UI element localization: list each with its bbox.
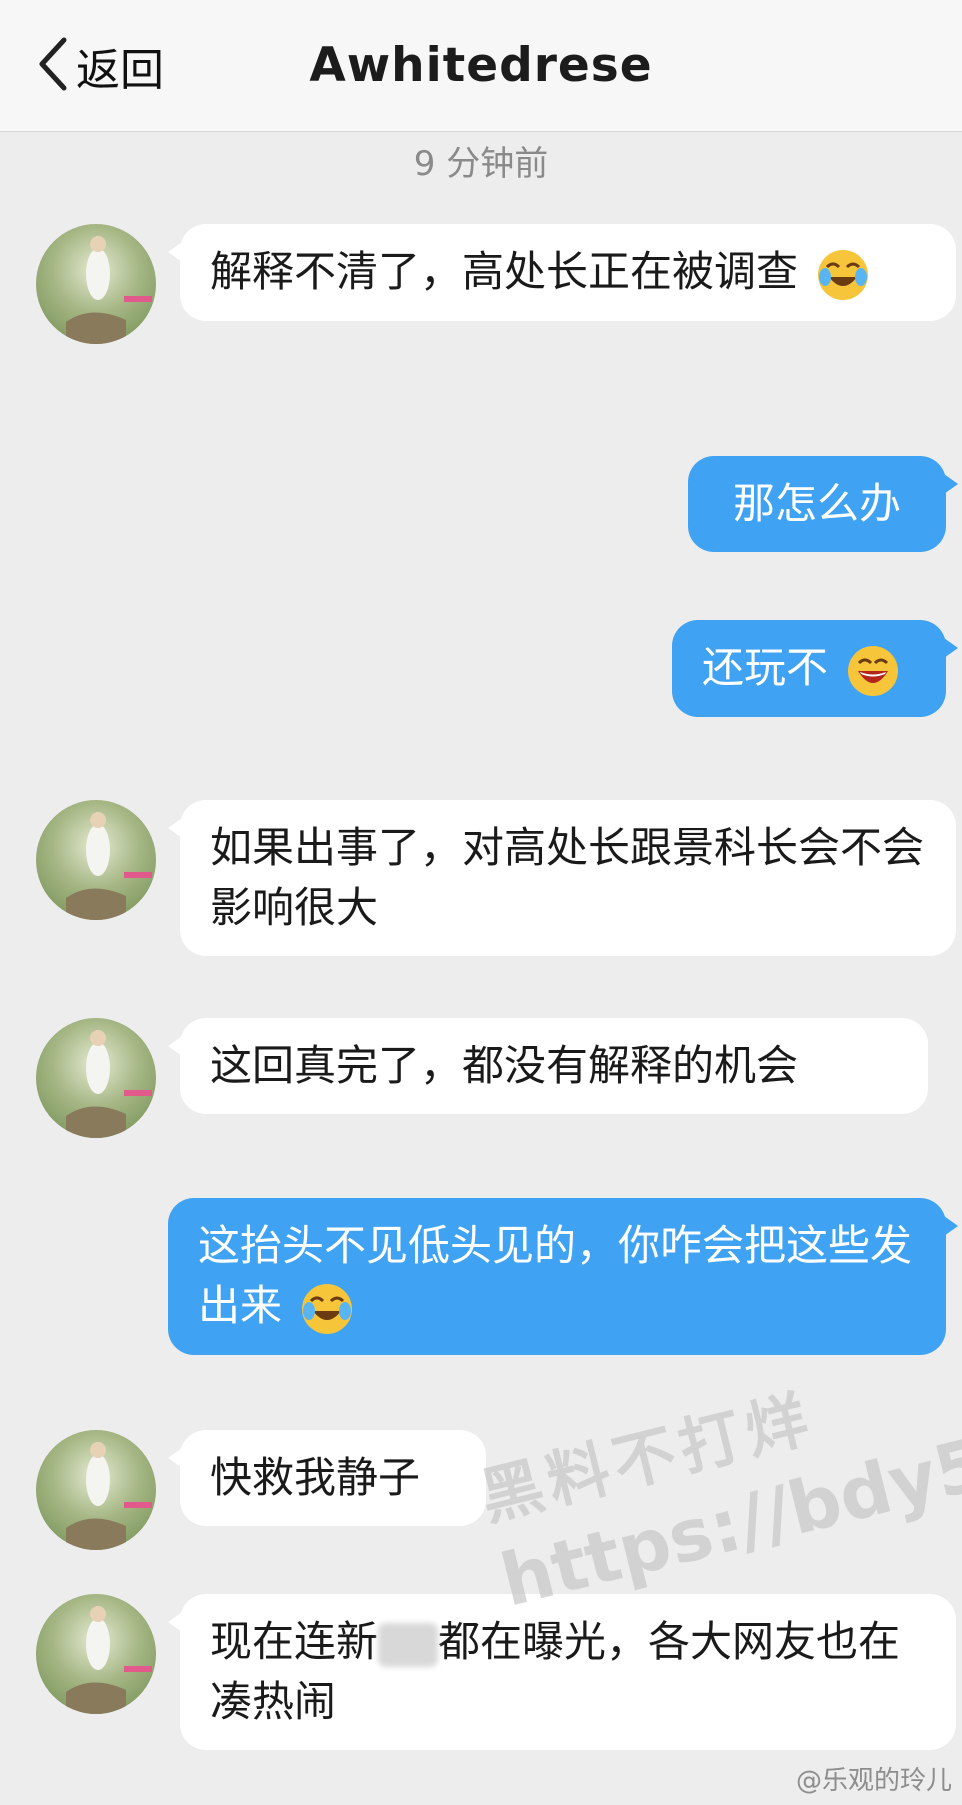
grin-emoji-icon [845, 643, 901, 699]
message-bubble-incoming[interactable]: 现在连新 都在曝光，各大网友也在凑热闹 [168, 1594, 956, 1750]
message-text: 这回真完了，都没有解释的机会 [210, 1041, 799, 1090]
message-bubble-incoming[interactable]: 这回真完了，都没有解释的机会 [168, 1018, 928, 1114]
chat-title: Awhitedrese [309, 38, 653, 93]
avatar[interactable] [36, 1594, 156, 1714]
avatar[interactable] [36, 800, 156, 920]
message-text: 现在连新 [210, 1617, 379, 1666]
message-text: 还玩不 [702, 643, 829, 692]
message-bubble-outgoing[interactable]: 还玩不 [672, 620, 958, 717]
avatar[interactable] [36, 1430, 156, 1550]
message-text: 如果出事了，对高处长跟景科长会不会影响很大 [210, 823, 925, 932]
laugh-cry-emoji-icon [299, 1281, 355, 1337]
source-credit: @乐观的玲儿 [795, 1766, 952, 1796]
timestamp: 9 分钟前 [413, 144, 549, 184]
message-bubble-incoming[interactable]: 如果出事了，对高处长跟景科长会不会影响很大 [168, 800, 956, 956]
laugh-cry-emoji-icon [815, 247, 871, 303]
message-text: 解释不清了，高处长正在被调查 [210, 247, 799, 296]
message-bubble-incoming[interactable]: 解释不清了，高处长正在被调查 [168, 224, 956, 321]
message-bubble-incoming[interactable]: 快救我静子 [168, 1430, 486, 1526]
avatar[interactable] [36, 1018, 156, 1138]
blurred-text [378, 1622, 439, 1667]
nav-bar: 返回 Awhitedrese [0, 0, 962, 132]
message-bubble-outgoing[interactable]: 这抬头不见低头见的，你咋会把这些发出来 [168, 1198, 958, 1355]
message-text: 那怎么办 [732, 479, 901, 528]
watermark-line-2: https://bdy5.co [492, 1392, 962, 1623]
message-text: 快救我静子 [210, 1453, 421, 1502]
message-bubble-outgoing[interactable]: 那怎么办 [688, 456, 958, 552]
avatar[interactable] [36, 224, 156, 344]
